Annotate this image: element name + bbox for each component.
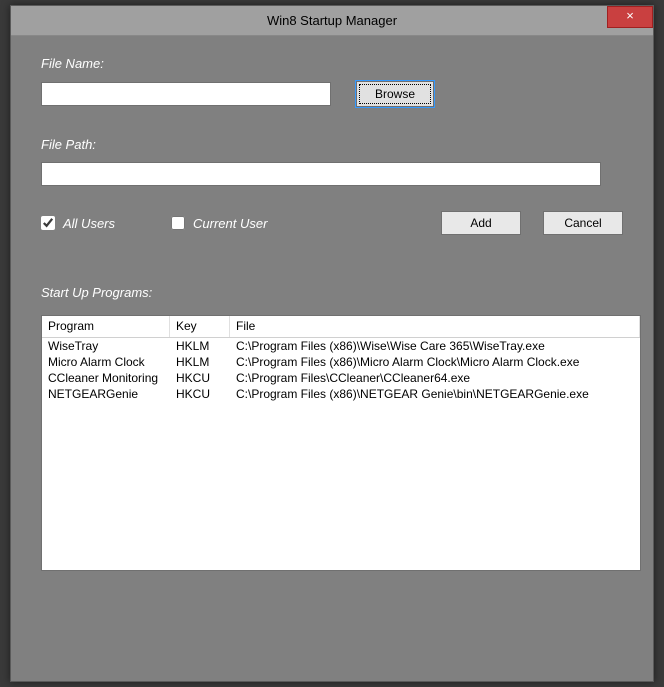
filename-input[interactable] bbox=[41, 82, 331, 106]
window-title: Win8 Startup Manager bbox=[267, 13, 397, 28]
table-header: Program Key File bbox=[42, 316, 640, 338]
cell-file: C:\Program Files (x86)\NETGEAR Genie\bin… bbox=[230, 386, 640, 402]
cell-key: HKCU bbox=[170, 386, 230, 402]
all-users-checkbox[interactable] bbox=[41, 216, 55, 230]
cell-file: C:\Program Files (x86)\Micro Alarm Clock… bbox=[230, 354, 640, 370]
close-button[interactable]: × bbox=[607, 6, 653, 28]
cell-program: Micro Alarm Clock bbox=[42, 354, 170, 370]
col-header-file[interactable]: File bbox=[230, 316, 640, 337]
add-button[interactable]: Add bbox=[441, 211, 521, 235]
action-buttons: Add Cancel bbox=[441, 211, 623, 235]
startup-programs-table[interactable]: Program Key File WiseTrayHKLMC:\Program … bbox=[41, 315, 641, 571]
app-window: Win8 Startup Manager × File Name: Browse… bbox=[10, 5, 654, 682]
cell-key: HKCU bbox=[170, 370, 230, 386]
all-users-label: All Users bbox=[63, 216, 115, 231]
table-row[interactable]: NETGEARGenieHKCUC:\Program Files (x86)\N… bbox=[42, 386, 640, 402]
cell-program: CCleaner Monitoring bbox=[42, 370, 170, 386]
close-icon: × bbox=[626, 8, 634, 23]
col-header-program[interactable]: Program bbox=[42, 316, 170, 337]
cell-file: C:\Program Files (x86)\Wise\Wise Care 36… bbox=[230, 338, 640, 354]
cell-program: WiseTray bbox=[42, 338, 170, 354]
cell-file: C:\Program Files\CCleaner\CCleaner64.exe bbox=[230, 370, 640, 386]
cell-key: HKLM bbox=[170, 338, 230, 354]
cancel-button[interactable]: Cancel bbox=[543, 211, 623, 235]
filepath-input[interactable] bbox=[41, 162, 601, 186]
cell-key: HKLM bbox=[170, 354, 230, 370]
table-body: WiseTrayHKLMC:\Program Files (x86)\Wise\… bbox=[42, 338, 640, 402]
startup-programs-label: Start Up Programs: bbox=[41, 285, 623, 300]
current-user-checkbox[interactable] bbox=[171, 216, 185, 230]
controls-row: All Users Current User Add Cancel bbox=[41, 211, 623, 235]
filepath-label: File Path: bbox=[41, 137, 623, 152]
filename-row: Browse bbox=[41, 81, 623, 107]
table-row[interactable]: CCleaner MonitoringHKCUC:\Program Files\… bbox=[42, 370, 640, 386]
filepath-section: File Path: bbox=[41, 137, 623, 186]
all-users-checkbox-wrap[interactable]: All Users bbox=[41, 216, 171, 231]
content-area: File Name: Browse File Path: All Users C… bbox=[11, 36, 653, 591]
current-user-checkbox-wrap[interactable]: Current User bbox=[171, 216, 441, 231]
current-user-label: Current User bbox=[193, 216, 267, 231]
titlebar[interactable]: Win8 Startup Manager × bbox=[11, 6, 653, 36]
col-header-key[interactable]: Key bbox=[170, 316, 230, 337]
browse-button[interactable]: Browse bbox=[356, 81, 434, 107]
table-row[interactable]: Micro Alarm ClockHKLMC:\Program Files (x… bbox=[42, 354, 640, 370]
table-row[interactable]: WiseTrayHKLMC:\Program Files (x86)\Wise\… bbox=[42, 338, 640, 354]
cell-program: NETGEARGenie bbox=[42, 386, 170, 402]
filename-label: File Name: bbox=[41, 56, 623, 71]
